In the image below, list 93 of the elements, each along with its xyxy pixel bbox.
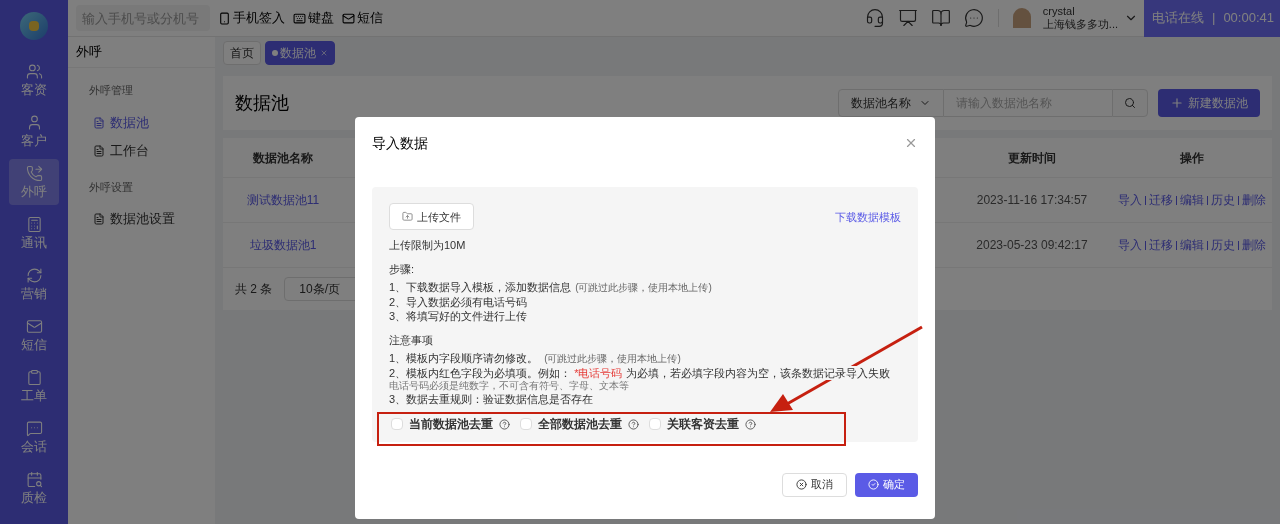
submenu-title: 外呼 [68, 37, 215, 68]
note-hint: 电话号码必须是纯数字，不可含有符号、字母、文本等 [389, 380, 630, 392]
confirm-button[interactable]: 确定 [855, 472, 918, 497]
row-action-link[interactable]: 编辑 [1180, 236, 1204, 254]
rail-item[interactable]: 工单 [9, 363, 59, 409]
clipboard-icon [25, 369, 43, 386]
dedupe-checkbox[interactable]: 关联客资去重 [649, 417, 756, 431]
page-title: 数据池 [235, 91, 289, 115]
close-icon[interactable] [904, 136, 918, 150]
chat-icon [25, 420, 43, 437]
page-tab[interactable]: 数据池 [265, 40, 335, 65]
notes-title: 注意事项 [389, 333, 434, 347]
mail-icon [342, 11, 355, 25]
submenu-group-title: 外呼管理 [89, 83, 134, 98]
row-action-link[interactable]: 编辑 [1180, 191, 1204, 209]
chat-bubble-icon[interactable] [963, 8, 984, 28]
user-name: crystal [1042, 5, 1076, 18]
note-text: 1、模板内字段顺序请勿修改。 (可跳过此步骤，使用本地上传) [389, 351, 682, 366]
row-action-link[interactable]: 迁移 [1149, 191, 1173, 209]
book-icon[interactable] [930, 8, 951, 28]
user-avatar [1012, 8, 1031, 28]
note-text: 2、模板内红色字段为必填项。例如： *电话号码 为必填，若必填字段内容为空，该条数据记录导入失败 [389, 366, 892, 380]
dedupe-checkbox[interactable]: 全部数据池去重 [520, 417, 639, 431]
upload-file-button[interactable]: 上传文件 [389, 203, 474, 230]
toolbar-action[interactable]: 手机签入 [218, 8, 285, 28]
phone-arrow-icon [25, 165, 43, 182]
row-action-link[interactable]: 迁移 [1149, 236, 1173, 254]
rail-item[interactable]: 质检 [9, 465, 59, 511]
row-action-link[interactable]: 导入 [1118, 191, 1142, 209]
submenu-item[interactable]: 数据池 [89, 108, 215, 137]
row-action-link[interactable]: 导入 [1118, 236, 1142, 254]
submenu-group-title: 外呼设置 [89, 179, 134, 195]
help-icon[interactable] [499, 418, 510, 430]
phone-status: 电话在线 [1152, 9, 1204, 28]
table-cell-text: 2023-11-16 17:34:57 [975, 192, 1089, 209]
keyboard-icon [293, 11, 306, 25]
call-timer: 00:00:41 [1223, 9, 1274, 28]
plus-icon [1170, 96, 1184, 110]
help-icon[interactable] [628, 418, 639, 430]
calculator-icon [25, 216, 43, 233]
column-header: 操作 [1179, 149, 1205, 167]
row-action-link[interactable]: 删除 [1242, 236, 1266, 254]
download-template-link[interactable]: 下载数据模板 [835, 209, 901, 224]
filter-select[interactable]: 数据池名称 [838, 89, 944, 117]
x-circle-icon [796, 479, 807, 490]
help-icon[interactable] [745, 418, 756, 430]
calendar-search-icon [25, 471, 43, 488]
toolbar-action[interactable]: 键盘 [293, 8, 334, 28]
search-button[interactable] [1112, 89, 1148, 117]
step-text: 1、下载数据导入模板，添加数据信息 (可跳过此步骤，使用本地上传) [389, 280, 713, 295]
submenu-item[interactable]: 数据池设置 [89, 205, 215, 233]
close-icon[interactable] [320, 48, 328, 57]
status-separator: | [1212, 9, 1216, 28]
new-pool-button[interactable]: 新建数据池 [1158, 89, 1260, 117]
rail-item[interactable]: 客户 [9, 108, 59, 154]
check-circle-icon [868, 479, 879, 490]
dialog-title: 导入数据 [372, 133, 428, 153]
rail-item[interactable]: 客资 [9, 57, 59, 103]
steps-title: 步骤: [389, 262, 416, 276]
step-text: 2、导入数据必须有电话号码 [389, 295, 529, 309]
column-header: 数据池名称 [252, 149, 314, 167]
total-count: 共 2 条 [235, 281, 273, 298]
search-icon [1124, 97, 1136, 109]
submenu-item[interactable]: 工作台 [89, 136, 215, 165]
rail-item[interactable]: 营销 [9, 261, 59, 307]
rail-item[interactable]: 短信 [9, 312, 59, 358]
headset-icon[interactable] [864, 8, 885, 28]
upload-limit-text: 上传限制为10M [389, 238, 467, 252]
refresh-icon [25, 267, 43, 284]
row-action-link[interactable]: 历史 [1211, 191, 1235, 209]
note-text: 3、数据去重规则：验证数据信息是否存在 [389, 392, 595, 406]
rail-item[interactable]: 会话 [9, 414, 59, 460]
document-icon [93, 144, 105, 157]
pool-name-link[interactable]: 垃圾数据池1 [223, 236, 343, 254]
cancel-button[interactable]: 取消 [782, 472, 847, 497]
company-name: 上海钱多多功... [1042, 18, 1118, 31]
column-header: 更新时间 [1007, 149, 1057, 167]
pool-name-link[interactable]: 测试数据池11 [223, 191, 343, 209]
dedupe-checkbox[interactable]: 当前数据池去重 [391, 417, 510, 431]
mail-icon [25, 318, 43, 335]
folder-upload-icon [402, 211, 413, 222]
people-icon [25, 63, 43, 80]
document-icon [93, 116, 105, 129]
step-text: 3、将填写好的文件进行上传 [389, 309, 529, 323]
table-cell-text: 2023-05-23 09:42:17 [975, 237, 1089, 254]
page-tab[interactable]: 首页 [223, 40, 261, 65]
row-action-link[interactable]: 删除 [1242, 191, 1266, 209]
row-action-link[interactable]: 历史 [1211, 236, 1235, 254]
toolbar-action[interactable]: 短信 [342, 8, 383, 28]
phone-icon [218, 11, 231, 25]
document-icon [93, 213, 105, 225]
logo-icon [20, 12, 48, 40]
rail-item[interactable]: 通讯 [9, 210, 59, 256]
